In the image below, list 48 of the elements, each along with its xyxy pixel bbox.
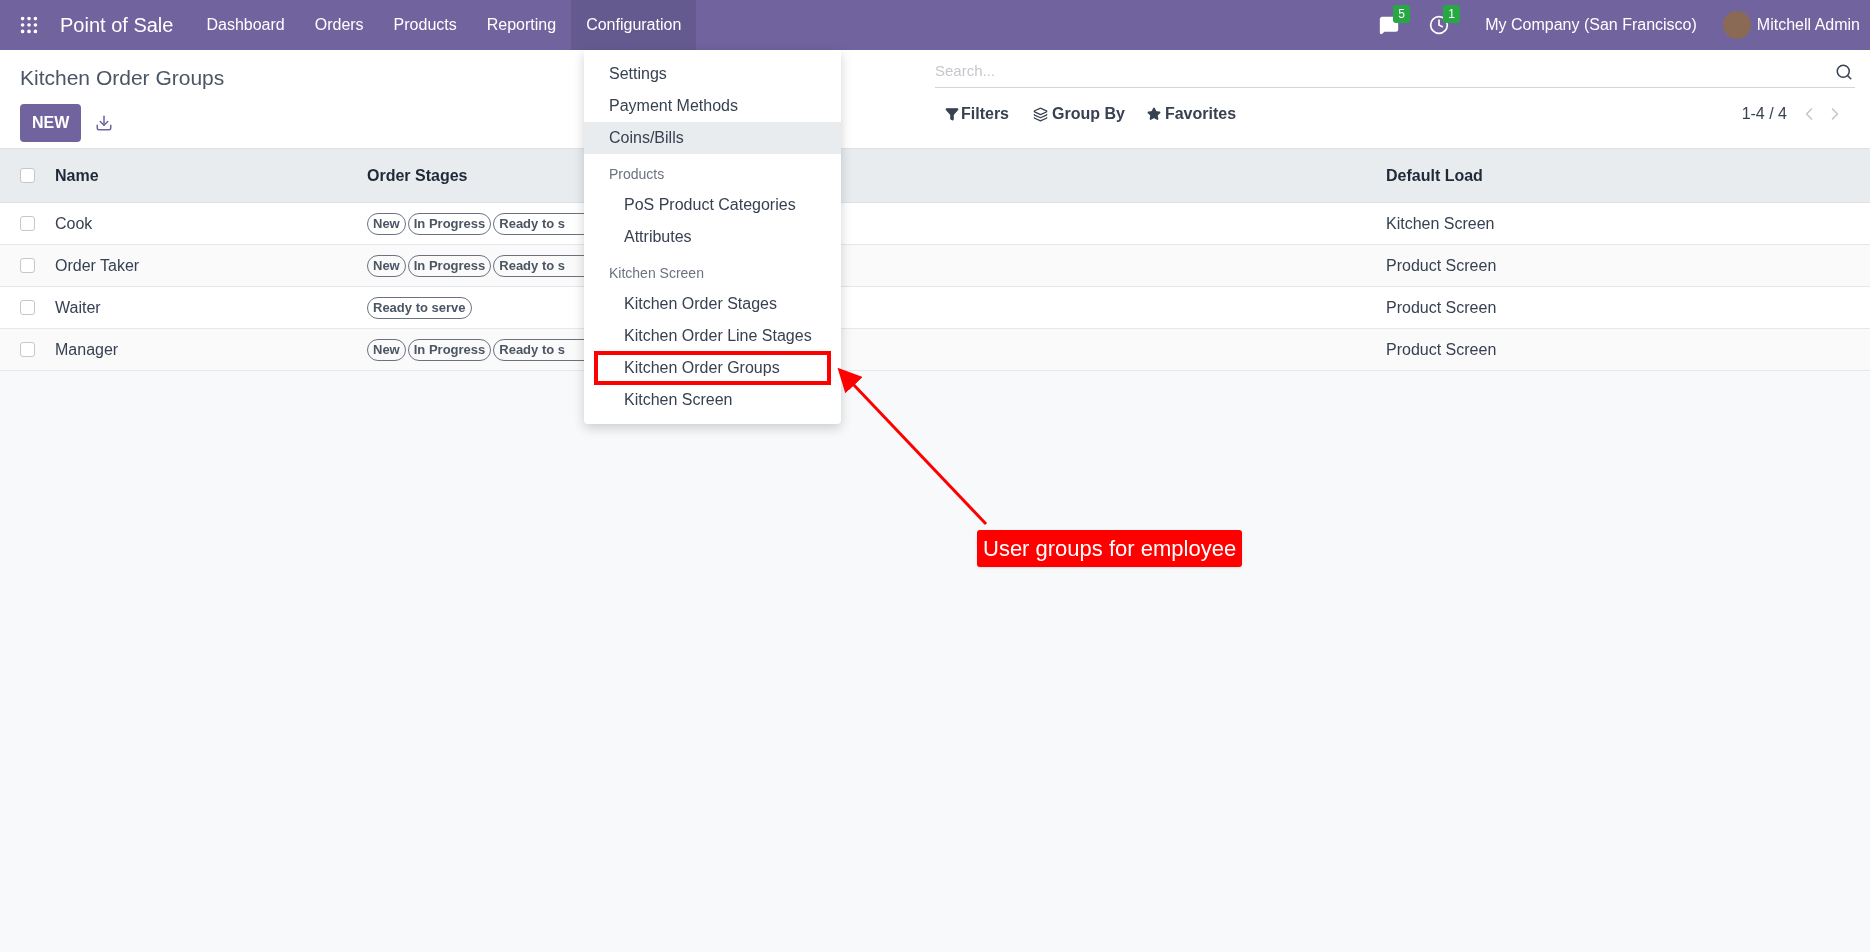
row-checkbox[interactable] [20, 168, 35, 183]
annotation-label: User groups for employee [977, 530, 1243, 567]
new-button[interactable]: NEW [20, 103, 82, 142]
dropdown-item[interactable]: Settings [584, 58, 841, 90]
download-icon[interactable] [95, 113, 114, 132]
nav-menu-item[interactable]: Products [378, 0, 472, 50]
clock-icon[interactable] [1429, 15, 1450, 35]
nav-menu-item[interactable]: Reporting [471, 0, 572, 50]
nav-menu-item[interactable]: Configuration [571, 0, 697, 50]
dropdown-section-header: Products [608, 165, 666, 184]
dropdown-item[interactable]: Kitchen Screen [584, 384, 841, 416]
pager-text: 1-4 / 4 [1741, 104, 1787, 124]
filter-icon [945, 107, 959, 121]
name-cell-text: Cook [54, 213, 94, 234]
row-checkbox[interactable] [20, 216, 35, 231]
app-title[interactable]: Point of Sale [60, 10, 174, 40]
default-load-cell-text: Product Screen [1385, 297, 1497, 318]
default-load-cell-text: Product Screen [1385, 255, 1497, 276]
star-icon [1146, 107, 1161, 121]
name-cell-text: Manager [54, 339, 120, 360]
row-checkbox[interactable] [20, 300, 35, 315]
name-cell-text: Waiter [54, 297, 102, 318]
column-header[interactable]: Default Load [1386, 163, 1483, 188]
name-cell-text: Order Taker [54, 255, 141, 276]
dropdown-item[interactable]: Coins/Bills [584, 122, 841, 154]
row-checkbox[interactable] [20, 342, 35, 357]
row-checkbox[interactable] [20, 258, 35, 273]
favorites-button[interactable]: Favorites [1146, 102, 1237, 126]
dropdown-item[interactable]: Payment Methods [584, 90, 841, 122]
column-header[interactable]: Name [55, 163, 99, 188]
search-field[interactable]: Search... [935, 60, 1835, 83]
filters-button[interactable]: Filters [945, 102, 1009, 126]
activity-count-badge: 1 [1443, 5, 1460, 23]
user-avatar[interactable] [1722, 11, 1751, 39]
default-load-cell-text: Kitchen Screen [1385, 213, 1495, 234]
group-by-button[interactable]: Group By [1033, 102, 1125, 126]
column-header[interactable]: Order Stages [367, 163, 468, 188]
message-count-badge: 5 [1393, 5, 1410, 23]
apps-menu-icon[interactable] [18, 14, 40, 36]
default-load-cell-text: Product Screen [1385, 339, 1497, 360]
user-menu[interactable]: Mitchell Admin [1756, 13, 1860, 37]
dropdown-item[interactable]: Kitchen Order Stages [584, 288, 841, 320]
page-title: Kitchen Order Groups [20, 65, 225, 91]
layers-icon [1033, 106, 1048, 122]
nav-menu-item[interactable]: Dashboard [191, 0, 300, 50]
search-icon[interactable] [1835, 62, 1853, 81]
nav-menu-item[interactable]: Orders [299, 0, 379, 50]
company-switcher[interactable]: My Company (San Francisco) [1485, 13, 1697, 37]
